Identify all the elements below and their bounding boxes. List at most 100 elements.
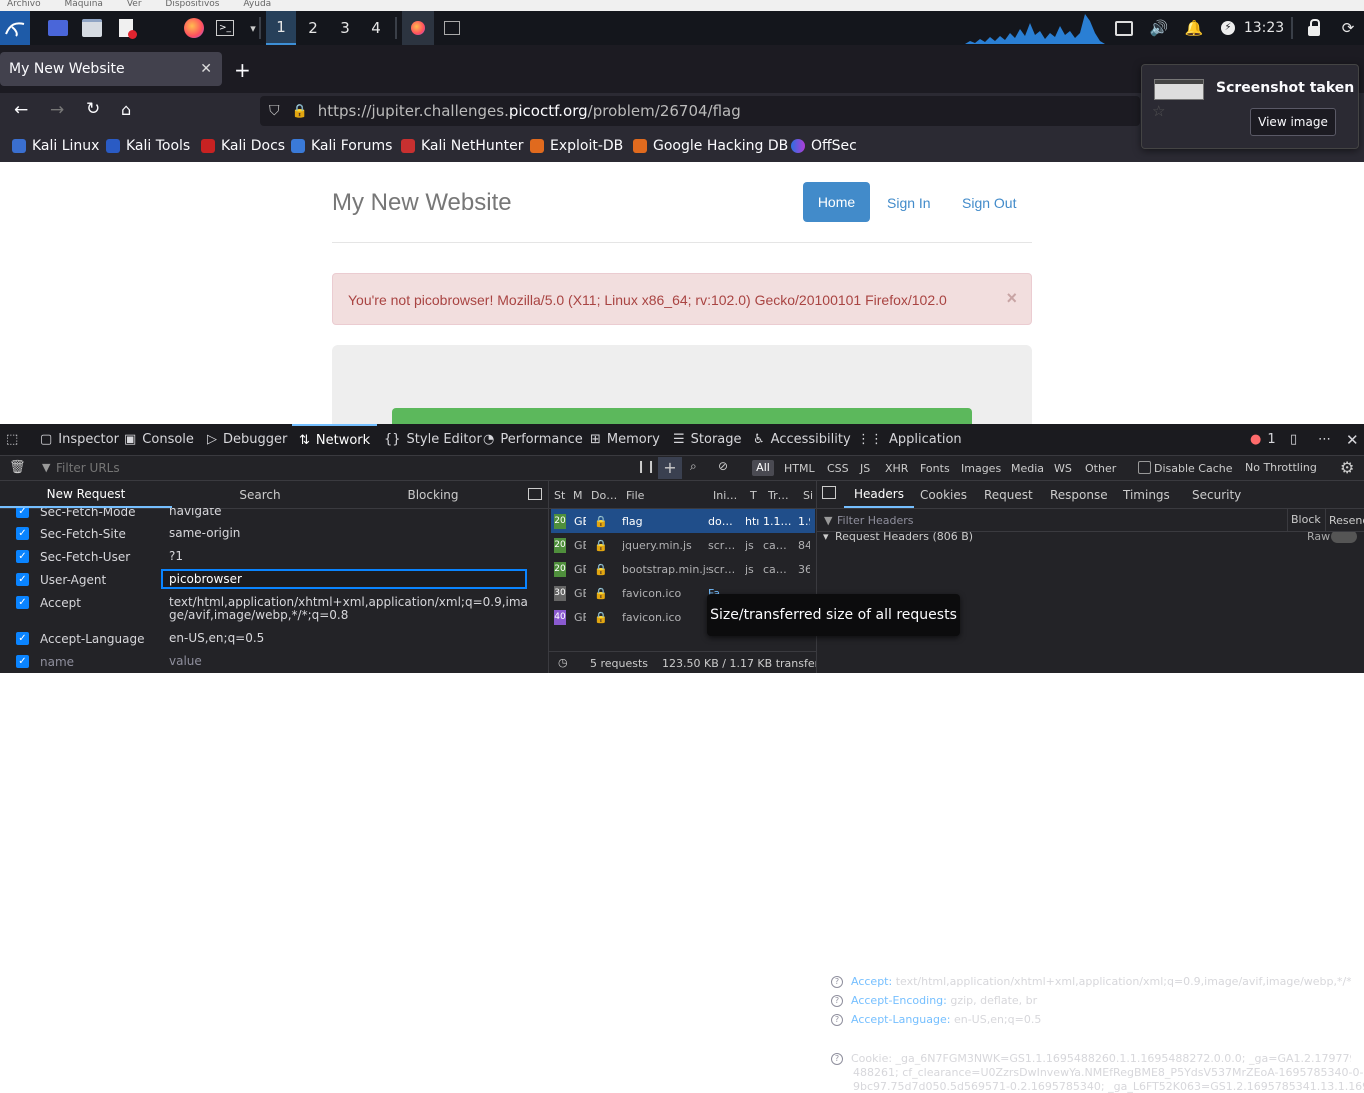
toggle-sidebar-icon[interactable] xyxy=(822,486,836,499)
more-options-icon[interactable]: ⋯ xyxy=(1318,424,1331,455)
column-type[interactable]: T xyxy=(750,489,757,502)
type-filter-css[interactable]: CSS xyxy=(827,462,849,475)
tab-accessibility[interactable]: ♿ Accessibility xyxy=(753,424,851,455)
home-icon[interactable]: ⌂ xyxy=(121,100,131,119)
logout-icon[interactable]: ⟳ xyxy=(1336,11,1360,45)
show-desktop-icon[interactable] xyxy=(46,11,70,45)
new-header-name-input[interactable]: name xyxy=(40,655,74,669)
header-name[interactable]: Accept-Language xyxy=(40,632,144,646)
filter-headers-input[interactable]: Filter Headers xyxy=(837,514,914,527)
column-initiator[interactable]: Ini… xyxy=(713,489,737,502)
header-value[interactable]: same-origin xyxy=(169,527,534,540)
type-filter-images[interactable]: Images xyxy=(961,462,1001,475)
tab-search[interactable]: Search xyxy=(175,481,345,508)
throttling-select[interactable]: No Throttling xyxy=(1245,461,1317,474)
type-filter-media[interactable]: Media xyxy=(1011,462,1044,475)
header-name[interactable]: Sec-Fetch-Site xyxy=(40,527,126,541)
site-brand[interactable]: My New Website xyxy=(332,189,512,217)
type-filter-all[interactable]: All xyxy=(752,460,774,476)
splitter[interactable] xyxy=(548,481,549,673)
text-editor-icon[interactable] xyxy=(114,11,138,45)
nav-home[interactable]: Home xyxy=(803,182,870,222)
tab-debugger[interactable]: ▷ Debugger xyxy=(207,424,287,455)
clock[interactable]: 13:23 xyxy=(1244,11,1284,45)
tab-application[interactable]: ⋮⋮ Application xyxy=(857,424,962,455)
network-settings-gear-icon[interactable]: ⚙ xyxy=(1340,458,1354,477)
detail-tab-headers[interactable]: Headers xyxy=(844,481,914,508)
column-transferred[interactable]: Tr… xyxy=(768,489,789,502)
reload-icon[interactable]: ↻ xyxy=(86,99,100,119)
toggle-sidebar-icon[interactable] xyxy=(528,488,542,500)
type-filter-js[interactable]: JS xyxy=(860,462,870,475)
header-name[interactable]: Accept xyxy=(40,596,81,610)
user-agent-value-input[interactable]: picobrowser xyxy=(161,569,527,589)
column-method[interactable]: M xyxy=(573,489,583,502)
column-file[interactable]: File xyxy=(626,489,644,502)
new-tab-icon[interactable]: + xyxy=(234,58,251,82)
block-button[interactable]: Block xyxy=(1291,513,1321,526)
browser-tab[interactable]: My New Website ✕ xyxy=(0,52,222,86)
kali-menu-icon[interactable] xyxy=(0,11,30,45)
workspace-3[interactable]: 3 xyxy=(330,11,360,45)
disable-cache-checkbox[interactable] xyxy=(1138,461,1151,474)
bookmark-kali-nethunter[interactable]: Kali NetHunter xyxy=(401,129,523,162)
column-size[interactable]: Si xyxy=(803,489,813,502)
header-value[interactable]: text/html,application/xhtml+xml,applicat… xyxy=(169,596,534,622)
chevron-down-icon[interactable]: ▾ xyxy=(241,11,265,45)
error-counter[interactable]: ● 1 xyxy=(1250,424,1276,455)
type-filter-fonts[interactable]: Fonts xyxy=(920,462,950,475)
workspace-4[interactable]: 4 xyxy=(361,11,391,45)
type-filter-other[interactable]: Other xyxy=(1085,462,1116,475)
help-icon[interactable]: ? xyxy=(831,995,843,1007)
raw-toggle-switch[interactable] xyxy=(1331,532,1357,543)
clear-log-icon[interactable]: 🗑 xyxy=(9,460,26,475)
new-header-value-input[interactable]: value xyxy=(169,655,534,668)
url-bar[interactable]: ⛉ 🔒 https://jupiter.challenges.picoctf.o… xyxy=(260,96,1140,126)
lock-icon[interactable]: 🔒 xyxy=(292,104,308,119)
pick-element-icon[interactable]: ⬚ xyxy=(6,424,26,455)
header-enabled-checkbox[interactable]: ✓ xyxy=(16,550,29,563)
flag-button[interactable] xyxy=(392,408,972,424)
detail-tab-timings[interactable]: Timings xyxy=(1123,488,1170,502)
help-icon[interactable]: ? xyxy=(831,1014,843,1026)
tracking-shield-icon[interactable]: ⛉ xyxy=(269,103,280,119)
request-headers-title[interactable]: Request Headers (806 B) xyxy=(835,532,973,543)
power-manager-icon[interactable]: ⚡ xyxy=(1216,11,1240,45)
pause-icon[interactable]: ❙❙ xyxy=(636,459,656,473)
vm-menu-maquina[interactable]: Máquina xyxy=(65,0,103,9)
bookmark-kali-docs[interactable]: Kali Docs xyxy=(201,129,285,162)
tab-memory[interactable]: ⊞ Memory xyxy=(590,424,660,455)
workspace-1[interactable]: 1 xyxy=(266,11,296,45)
tab-new-request[interactable]: New Request xyxy=(0,481,172,508)
tab-inspector[interactable]: ▢ Inspector xyxy=(40,424,119,455)
workspace-2[interactable]: 2 xyxy=(298,11,328,45)
detail-tab-cookies[interactable]: Cookies xyxy=(920,488,967,502)
volume-icon[interactable]: 🔊 xyxy=(1147,11,1171,45)
header-enabled-checkbox[interactable]: ✓ xyxy=(16,596,29,609)
new-request-plus-icon[interactable]: + xyxy=(658,457,682,479)
terminal-launcher-icon[interactable]: >_ xyxy=(213,11,237,45)
tab-blocking[interactable]: Blocking xyxy=(348,481,518,508)
header-name[interactable]: User-Agent xyxy=(40,573,106,587)
bookmark-offsec[interactable]: OffSec xyxy=(791,129,857,162)
detail-tab-response[interactable]: Response xyxy=(1050,488,1108,502)
nav-sign-in[interactable]: Sign In xyxy=(887,195,931,211)
tab-network[interactable]: ⇅ Network xyxy=(292,424,378,455)
tab-style-editor[interactable]: {} Style Editor xyxy=(384,424,482,455)
header-enabled-checkbox[interactable]: ✓ xyxy=(16,632,29,645)
detail-tab-request[interactable]: Request xyxy=(984,488,1033,502)
notifications-bell-icon[interactable]: 🔔 xyxy=(1182,11,1206,45)
request-row[interactable]: 20 GE 🔒 flag do… htı 1.1… 1.9 xyxy=(551,509,815,533)
tab-storage[interactable]: ☰ Storage xyxy=(673,424,742,455)
header-name[interactable]: Sec-Fetch-Mode xyxy=(40,508,136,519)
column-domain[interactable]: Do… xyxy=(591,489,617,502)
header-enabled-checkbox[interactable]: ✓ xyxy=(16,573,29,586)
alert-close-button[interactable]: × xyxy=(1006,288,1017,309)
bookmark-google-hacking-db[interactable]: Google Hacking DB xyxy=(633,129,788,162)
resend-button[interactable]: Resend xyxy=(1329,514,1364,527)
lock-screen-icon[interactable] xyxy=(1302,11,1326,45)
header-value[interactable]: en-US,en;q=0.5 xyxy=(169,632,534,645)
search-icon[interactable]: ⌕ xyxy=(690,459,697,474)
type-filter-html[interactable]: HTML xyxy=(784,462,815,475)
display-icon[interactable] xyxy=(1112,11,1136,45)
